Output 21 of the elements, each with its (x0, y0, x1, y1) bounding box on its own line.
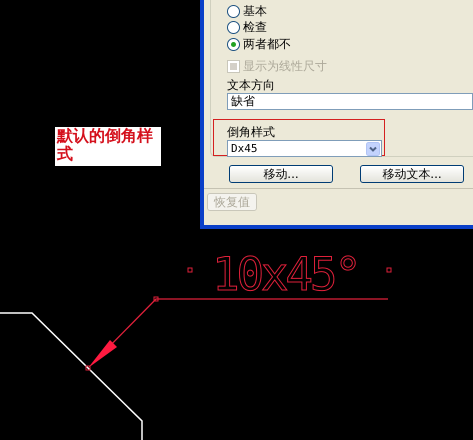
checkbox-label: 显示为线性尺寸 (243, 58, 327, 76)
action-button[interactable]: 移动文本... (360, 165, 464, 183)
grip-marker (188, 268, 192, 272)
action-button[interactable]: 移动... (229, 165, 333, 183)
callout-note: 默认的倒角样式 (55, 127, 161, 166)
grip-marker (386, 268, 392, 272)
grip-marker (86, 366, 90, 370)
radio-label: 基本 (243, 2, 267, 20)
radio-button[interactable] (227, 4, 240, 18)
input-field[interactable]: 缺省 (227, 93, 473, 110)
field-label: 文本方向 (227, 78, 276, 93)
dropdown-value: Dx45 (231, 142, 258, 155)
dropdown[interactable]: Dx45 (227, 140, 382, 157)
radio-button[interactable] (227, 21, 240, 34)
dimension-text: 10x45° (212, 247, 362, 301)
caret-icon[interactable] (366, 142, 380, 156)
radio-button[interactable] (227, 38, 240, 51)
radio-label: 检查 (243, 19, 267, 36)
grip-marker (154, 296, 158, 302)
field-label: 倒角样式 (227, 125, 276, 140)
radio-label: 两者都不 (243, 36, 291, 53)
